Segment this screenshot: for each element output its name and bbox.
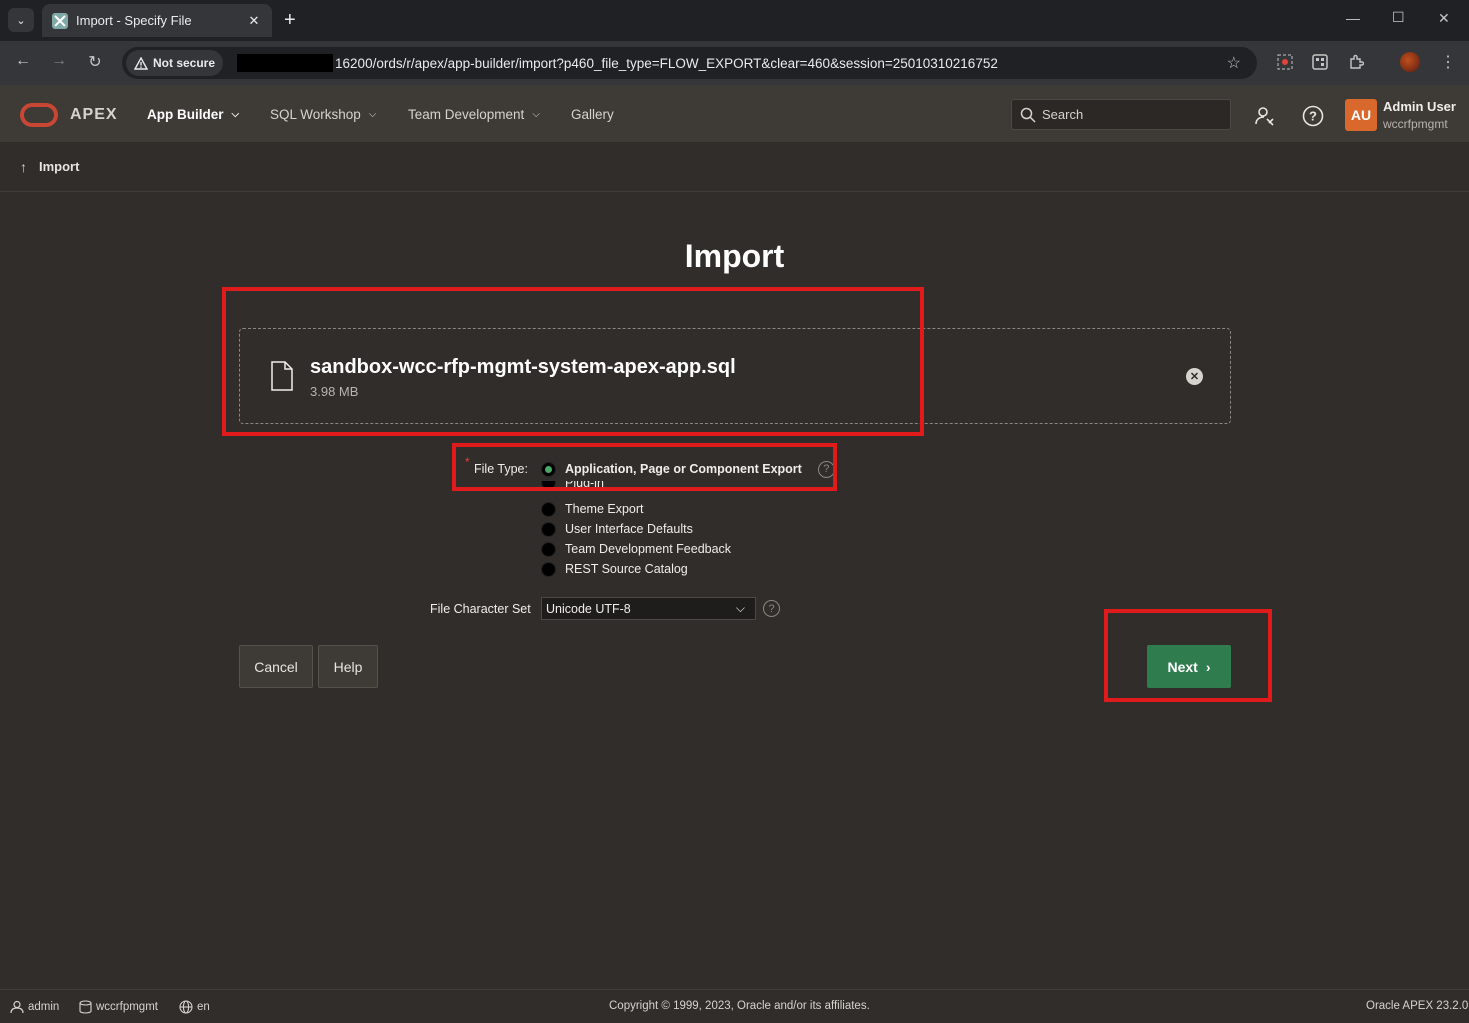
charset-value: Unicode UTF-8: [546, 601, 631, 616]
radio-team-development-feedback[interactable]: Team Development Feedback: [541, 541, 731, 557]
administration-icon[interactable]: [1253, 104, 1277, 128]
menu-app-builder[interactable]: App Builder ⌵: [147, 107, 239, 122]
radio-rest-source-catalog[interactable]: REST Source Catalog: [541, 561, 688, 577]
user-name[interactable]: Admin User: [1383, 99, 1456, 114]
breadcrumb: ↑ Import: [0, 142, 1469, 192]
not-secure-label: Not secure: [153, 56, 216, 70]
maximize-icon[interactable]: ☐: [1392, 9, 1405, 26]
menu-sql-workshop[interactable]: SQL Workshop ⌵: [270, 107, 376, 122]
page-title: Import: [684, 238, 785, 274]
forward-icon[interactable]: →: [47, 52, 71, 70]
search-icon: [1020, 107, 1036, 123]
user-workspace: wccrfpmgmt: [1383, 117, 1448, 131]
radio-label: Team Development Feedback: [565, 542, 732, 556]
chevron-down-icon: ⌵: [735, 601, 745, 615]
window-close-icon[interactable]: ✕: [1438, 10, 1450, 27]
cancel-button[interactable]: Cancel: [239, 645, 313, 688]
footer-language[interactable]: en: [179, 1000, 210, 1014]
not-secure-badge[interactable]: Not secure: [126, 50, 224, 76]
search-input[interactable]: Search: [1011, 99, 1231, 130]
highlight-box-file: [222, 287, 924, 436]
browser-address-bar: ← → ↻ Not secure 16200/ords/r/apex/app-b…: [0, 41, 1469, 85]
back-icon[interactable]: ←: [11, 52, 35, 70]
footer-copyright: Copyright © 1999, 2023, Oracle and/or it…: [609, 1000, 870, 1012]
globe-icon: [179, 1000, 193, 1014]
help-button[interactable]: Help: [318, 645, 378, 688]
breadcrumb-current: Import: [39, 159, 80, 174]
url-bar[interactable]: Not secure 16200/ords/r/apex/app-builder…: [122, 47, 1257, 79]
help-icon[interactable]: ?: [1301, 104, 1325, 128]
bookmark-star-icon[interactable]: ☆: [1227, 53, 1241, 73]
radio-label: Theme Export: [565, 502, 644, 516]
chevron-down-icon: ⌵: [231, 109, 240, 120]
apex-favicon-icon: [52, 12, 68, 29]
footer-user[interactable]: admin: [10, 1000, 59, 1014]
help-icon[interactable]: ?: [763, 600, 780, 617]
highlight-box-file-type: [452, 443, 837, 491]
menu-label: Gallery: [571, 107, 614, 122]
menu-label: SQL Workshop: [270, 107, 361, 122]
footer-version: Oracle APEX 23.2.0: [1366, 1000, 1469, 1012]
url-text: 16200/ords/r/apex/app-builder/import?p46…: [335, 55, 998, 71]
minimize-icon[interactable]: —: [1346, 10, 1360, 26]
radio-button-icon[interactable]: [541, 501, 556, 517]
reload-icon[interactable]: ↻: [83, 52, 107, 72]
chevron-down-icon: ⌵: [532, 109, 540, 120]
database-icon: [79, 1000, 92, 1014]
charset-label: File Character Set: [430, 602, 531, 616]
footer-workspace[interactable]: wccrfpmgmt: [79, 1000, 158, 1014]
radio-label: User Interface Defaults: [565, 522, 693, 536]
menu-label: App Builder: [147, 107, 224, 122]
tab-title: Import - Specify File: [76, 13, 192, 28]
redacted-host: [237, 54, 334, 72]
menu-gallery[interactable]: Gallery: [571, 107, 614, 122]
radio-button-icon[interactable]: [541, 541, 556, 557]
warning-icon: [134, 56, 148, 70]
apex-header: APEX App Builder ⌵ SQL Workshop ⌵ Team Dev…: [0, 85, 1469, 142]
arrow-up-icon[interactable]: ↑: [20, 159, 27, 175]
remove-file-icon[interactable]: ✕: [1186, 368, 1203, 385]
user-icon: [10, 1000, 24, 1014]
highlight-box-next: [1104, 609, 1272, 702]
charset-select[interactable]: Unicode UTF-8 ⌵: [541, 597, 756, 620]
oracle-logo-icon[interactable]: [20, 103, 58, 127]
chevron-down-icon: ⌵: [368, 109, 377, 120]
search-placeholder: Search: [1042, 107, 1084, 122]
svg-text:?: ?: [1309, 109, 1317, 124]
radio-label: REST Source Catalog: [565, 562, 688, 576]
menu-team-development[interactable]: Team Development ⌵: [408, 107, 540, 122]
page-footer: admin wccrfpmgmt en Copyright © 1999, 20…: [0, 989, 1469, 1023]
tab-search-button[interactable]: ⌄: [8, 8, 34, 32]
extensions-icon[interactable]: [1346, 52, 1366, 72]
radio-button-icon[interactable]: [541, 521, 556, 537]
profile-avatar-icon[interactable]: [1400, 52, 1420, 72]
browser-tab[interactable]: Import - Specify File ✕: [42, 4, 272, 37]
radio-theme-export[interactable]: Theme Export: [541, 501, 644, 517]
qr-code-icon[interactable]: [1310, 52, 1330, 72]
screen-record-icon[interactable]: [1275, 52, 1295, 72]
browser-menu-icon[interactable]: ⋮: [1440, 52, 1456, 72]
radio-button-icon[interactable]: [541, 561, 556, 577]
avatar[interactable]: AU: [1345, 99, 1377, 131]
apex-logo-text[interactable]: APEX: [70, 106, 118, 124]
footer-user-label: admin: [28, 1001, 60, 1013]
tab-close-icon[interactable]: ✕: [246, 13, 262, 29]
new-tab-icon[interactable]: +: [284, 9, 296, 31]
footer-language-label: en: [197, 1001, 210, 1013]
browser-tab-bar: ⌄ Import - Specify File ✕ + — ☐ ✕: [0, 0, 1469, 41]
footer-workspace-label: wccrfpmgmt: [96, 1001, 158, 1013]
menu-label: Team Development: [408, 107, 525, 122]
radio-user-interface-defaults[interactable]: User Interface Defaults: [541, 521, 693, 537]
